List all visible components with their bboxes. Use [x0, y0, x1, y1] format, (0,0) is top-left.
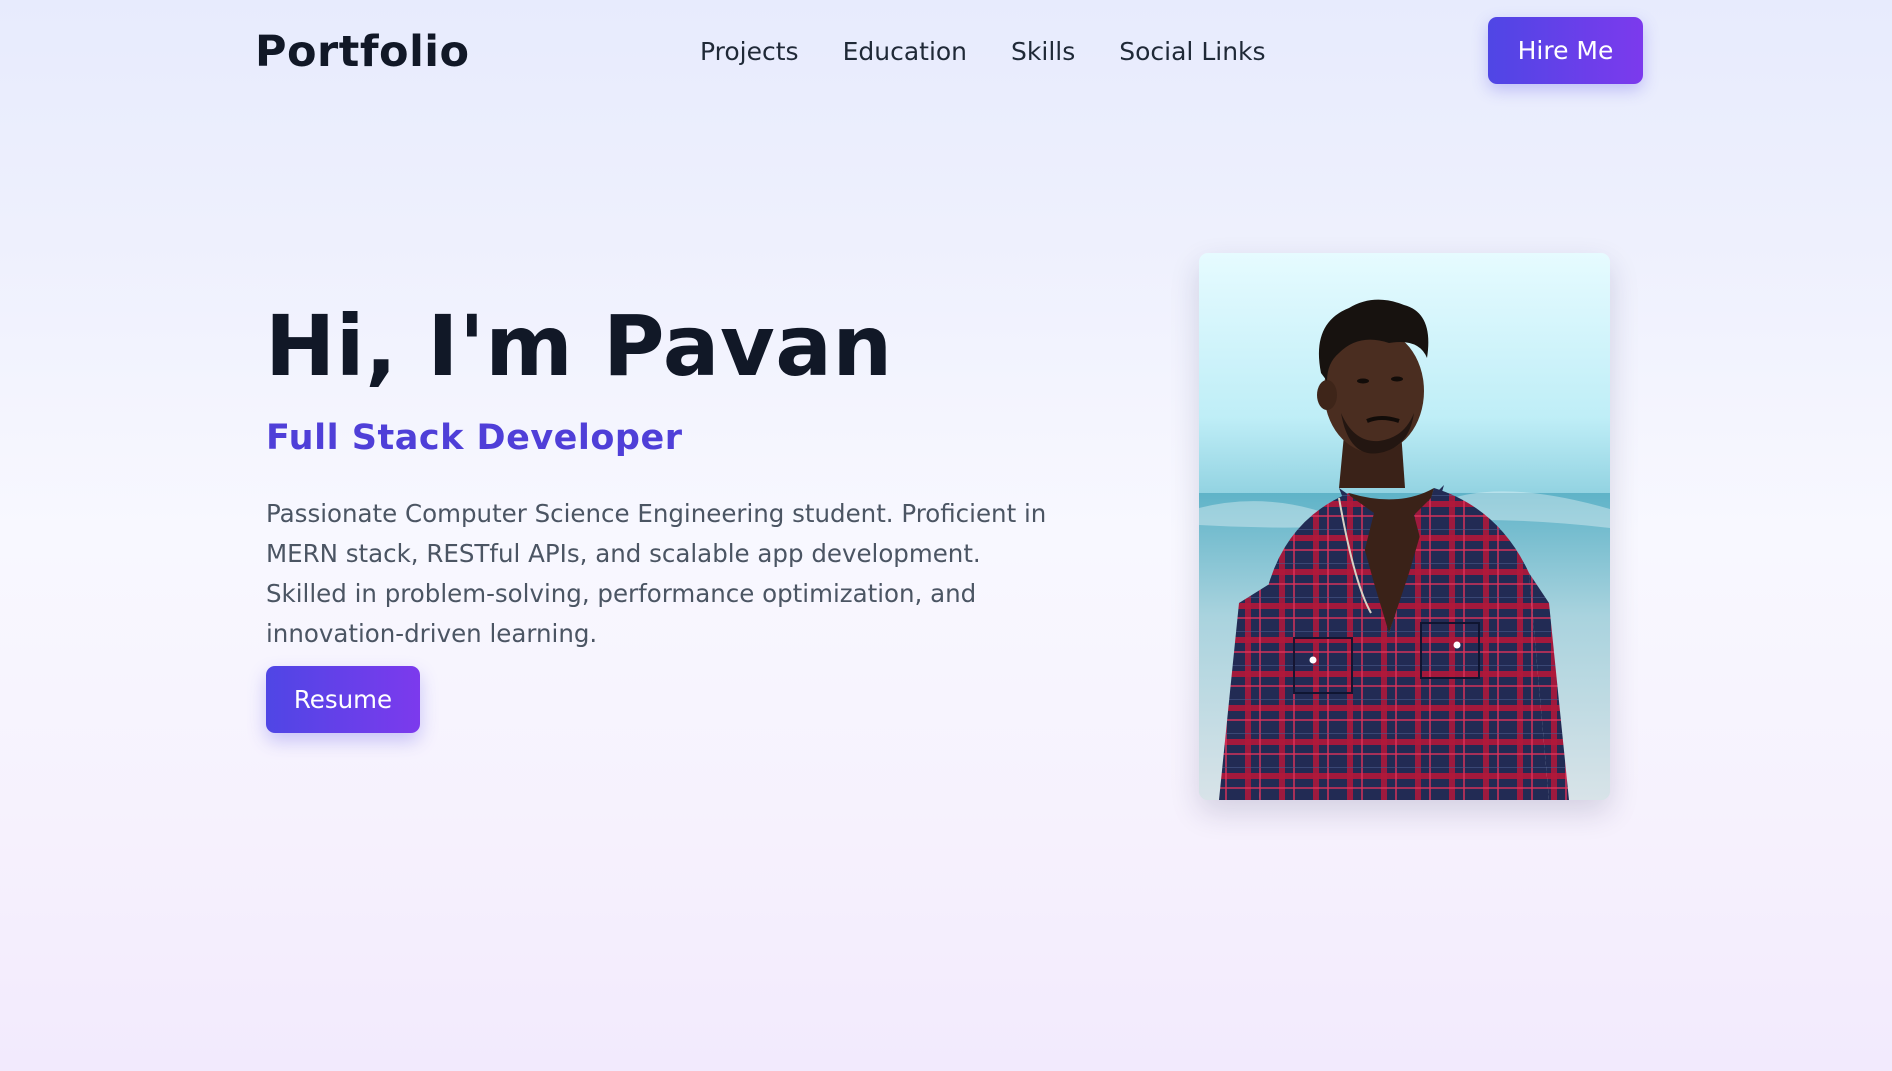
nav-links: Projects Education Skills Social Links — [700, 34, 1266, 70]
hero-subtitle: Full Stack Developer — [266, 418, 683, 458]
navbar: Portfolio Projects Education Skills Soci… — [0, 0, 1892, 104]
hire-me-button[interactable]: Hire Me — [1488, 17, 1643, 84]
nav-link-social-links[interactable]: Social Links — [1119, 34, 1265, 70]
nav-link-skills[interactable]: Skills — [1011, 34, 1075, 70]
profile-photo-image — [1199, 253, 1610, 800]
nav-link-education[interactable]: Education — [843, 34, 967, 70]
hero-description: Passionate Computer Science Engineering … — [266, 499, 1047, 648]
hero-title: Hi, I'm Pavan — [265, 297, 893, 395]
resume-button[interactable]: Resume — [266, 666, 420, 733]
brand-logo[interactable]: Portfolio — [255, 24, 470, 80]
profile-photo — [1199, 253, 1610, 800]
nav-link-projects[interactable]: Projects — [700, 34, 799, 70]
